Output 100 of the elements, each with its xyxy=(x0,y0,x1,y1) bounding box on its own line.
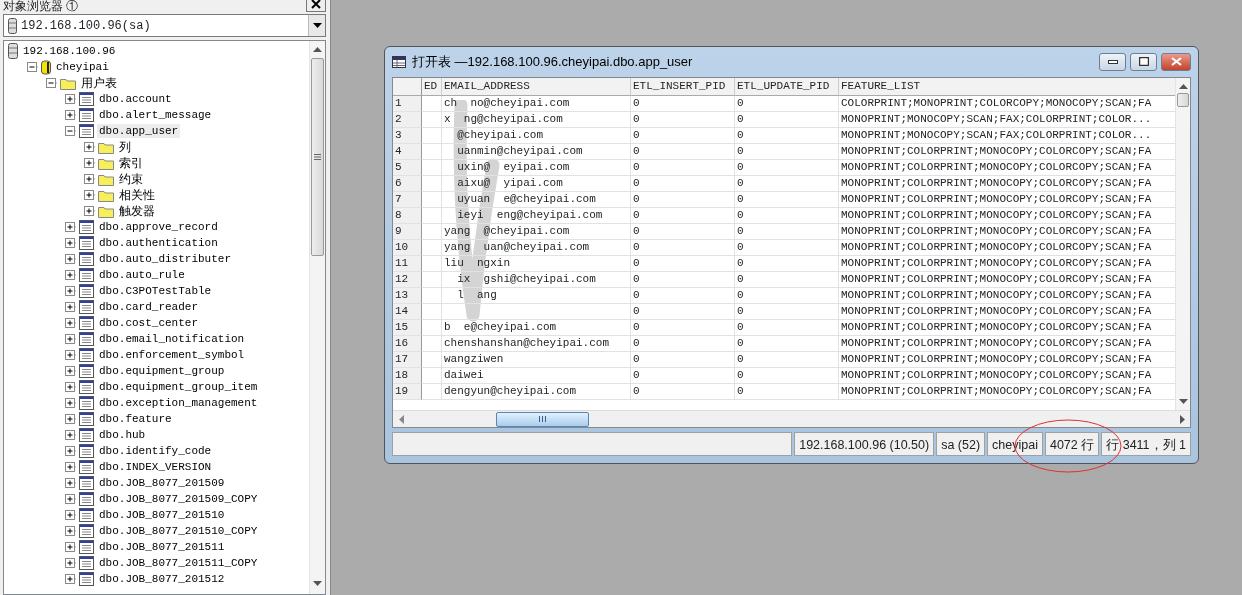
column-header[interactable]: EMAIL_ADDRESS xyxy=(442,77,631,96)
expand-icon[interactable] xyxy=(65,493,76,505)
tree-item[interactable]: dbo.equipment_group_item xyxy=(97,380,260,394)
expand-icon[interactable] xyxy=(84,141,95,153)
column-header[interactable]: FEATURE_LIST xyxy=(839,77,1175,96)
scroll-thumb[interactable] xyxy=(1177,92,1189,107)
table-cell xyxy=(422,351,442,368)
tree-item[interactable]: dbo.JOB_8077_201509 xyxy=(97,476,227,490)
tree-item[interactable]: 用户表 xyxy=(79,76,119,90)
expand-icon[interactable] xyxy=(65,461,76,473)
tree-item[interactable]: dbo.auto_rule xyxy=(97,268,187,282)
collapse-icon[interactable] xyxy=(27,61,38,73)
column-header[interactable]: ETL_INSERT_PID xyxy=(631,77,735,96)
expand-icon[interactable] xyxy=(65,541,76,553)
table-cell: MONOPRINT;COLORPRINT;MONOCOPY;COLORCOPY;SCAN;FA xyxy=(839,335,1175,352)
tree-item[interactable]: dbo.JOB_8077_201511_COPY xyxy=(97,556,260,570)
tree-item[interactable]: 相关性 xyxy=(117,188,157,202)
tree-item[interactable]: 192.168.100.96 xyxy=(21,44,118,58)
table-cell: ch no@cheyipai.com xyxy=(442,95,631,112)
tree-item[interactable]: cheyipai xyxy=(54,60,111,74)
window-title: 打开表 —192.168.100.96.cheyipai.dbo.app_user xyxy=(412,53,694,72)
scroll-thumb[interactable] xyxy=(311,58,324,256)
expand-icon[interactable] xyxy=(65,237,76,249)
tree-item[interactable]: dbo.alert_message xyxy=(97,108,214,122)
table-cell xyxy=(422,287,442,304)
expand-icon[interactable] xyxy=(65,285,76,297)
scrollbar[interactable] xyxy=(1175,77,1190,410)
expand-icon[interactable] xyxy=(84,189,95,201)
expand-icon[interactable] xyxy=(65,397,76,409)
expand-icon[interactable] xyxy=(84,173,95,185)
tree-item[interactable]: dbo.approve_record xyxy=(97,220,220,234)
tree-item[interactable]: dbo.equipment_group xyxy=(97,364,227,378)
tree-item[interactable]: dbo.hub xyxy=(97,428,148,442)
tree-item[interactable]: dbo.email_notification xyxy=(97,332,247,346)
expand-icon[interactable] xyxy=(65,301,76,313)
collapse-icon[interactable] xyxy=(65,125,76,137)
table-icon xyxy=(79,284,94,298)
expand-icon[interactable] xyxy=(65,317,76,329)
expand-icon[interactable] xyxy=(84,157,95,169)
server-icon xyxy=(8,43,18,59)
table-cell: 0 xyxy=(631,351,735,368)
tree-item[interactable]: dbo.JOB_8077_201512 xyxy=(97,572,227,586)
tree-item[interactable]: dbo.C3POTestTable xyxy=(97,284,214,298)
tree-item[interactable]: dbo.JOB_8077_201510_COPY xyxy=(97,524,260,538)
table-cell: aixu@ yipai.com xyxy=(442,175,631,192)
dropdown-arrow-icon xyxy=(312,23,322,28)
expand-icon[interactable] xyxy=(65,253,76,265)
collapse-icon[interactable] xyxy=(46,77,57,89)
tree-item[interactable]: dbo.INDEX_VERSION xyxy=(97,460,214,474)
tree-item[interactable]: 列 xyxy=(117,140,133,154)
tree-item[interactable]: dbo.JOB_8077_201511 xyxy=(97,540,227,554)
table-cell xyxy=(422,207,442,224)
table-cell: COLORPRINT;MONOPRINT;COLORCOPY;MONOCOPY;SCAN;FA xyxy=(839,95,1175,112)
expand-icon[interactable] xyxy=(65,349,76,361)
expand-icon[interactable] xyxy=(65,509,76,521)
tree-item[interactable]: 约束 xyxy=(117,172,145,186)
tree-item[interactable]: 触发器 xyxy=(117,204,157,218)
expand-icon[interactable] xyxy=(65,93,76,105)
tree-item[interactable]: dbo.auto_distributer xyxy=(97,252,234,266)
expand-icon[interactable] xyxy=(65,573,76,585)
tree-item[interactable]: dbo.account xyxy=(97,92,174,106)
table-cell: 0 xyxy=(735,287,839,304)
expand-icon[interactable] xyxy=(65,413,76,425)
tree-item[interactable]: dbo.JOB_8077_201510 xyxy=(97,508,227,522)
tree-item[interactable]: 索引 xyxy=(117,156,145,170)
expand-icon[interactable] xyxy=(65,269,76,281)
expand-icon[interactable] xyxy=(65,477,76,489)
expand-icon[interactable] xyxy=(65,525,76,537)
expand-icon[interactable] xyxy=(65,381,76,393)
tree-item[interactable]: dbo.exception_management xyxy=(97,396,260,410)
maximize-button[interactable] xyxy=(1130,52,1157,71)
expand-icon[interactable] xyxy=(65,109,76,121)
expand-icon[interactable] xyxy=(65,445,76,457)
status-panel: 4072 行 xyxy=(1044,432,1100,456)
table-cell: wangziwen xyxy=(442,351,631,368)
expand-icon[interactable] xyxy=(65,221,76,233)
table-icon xyxy=(79,396,94,410)
tree-item[interactable]: dbo.feature xyxy=(97,412,174,426)
tree-item[interactable]: dbo.enforcement_symbol xyxy=(97,348,247,362)
table-icon xyxy=(79,332,94,346)
column-header[interactable]: ED xyxy=(422,77,442,96)
column-header[interactable]: ETL_UPDATE_PID xyxy=(735,77,839,96)
table-icon xyxy=(79,364,94,378)
expand-icon[interactable] xyxy=(84,205,95,217)
expand-icon[interactable] xyxy=(65,557,76,569)
close-button[interactable] xyxy=(306,0,326,12)
expand-icon[interactable] xyxy=(65,333,76,345)
tree-item[interactable]: dbo.card_reader xyxy=(97,300,201,314)
tree-item[interactable]: dbo.cost_center xyxy=(97,316,201,330)
tree-item[interactable]: dbo.authentication xyxy=(97,236,220,250)
tree-item[interactable]: dbo.app_user xyxy=(97,124,181,138)
tree-item[interactable]: dbo.JOB_8077_201509_COPY xyxy=(97,492,260,506)
scroll-thumb[interactable] xyxy=(496,411,589,427)
minimize-button[interactable] xyxy=(1099,52,1126,71)
expand-icon[interactable] xyxy=(65,429,76,441)
scrollbar[interactable] xyxy=(309,41,325,594)
scrollbar[interactable] xyxy=(393,410,1190,427)
server-dropdown[interactable]: 192.168.100.96(sa) xyxy=(3,14,326,37)
tree-item[interactable]: dbo.identify_code xyxy=(97,444,214,458)
expand-icon[interactable] xyxy=(65,365,76,377)
